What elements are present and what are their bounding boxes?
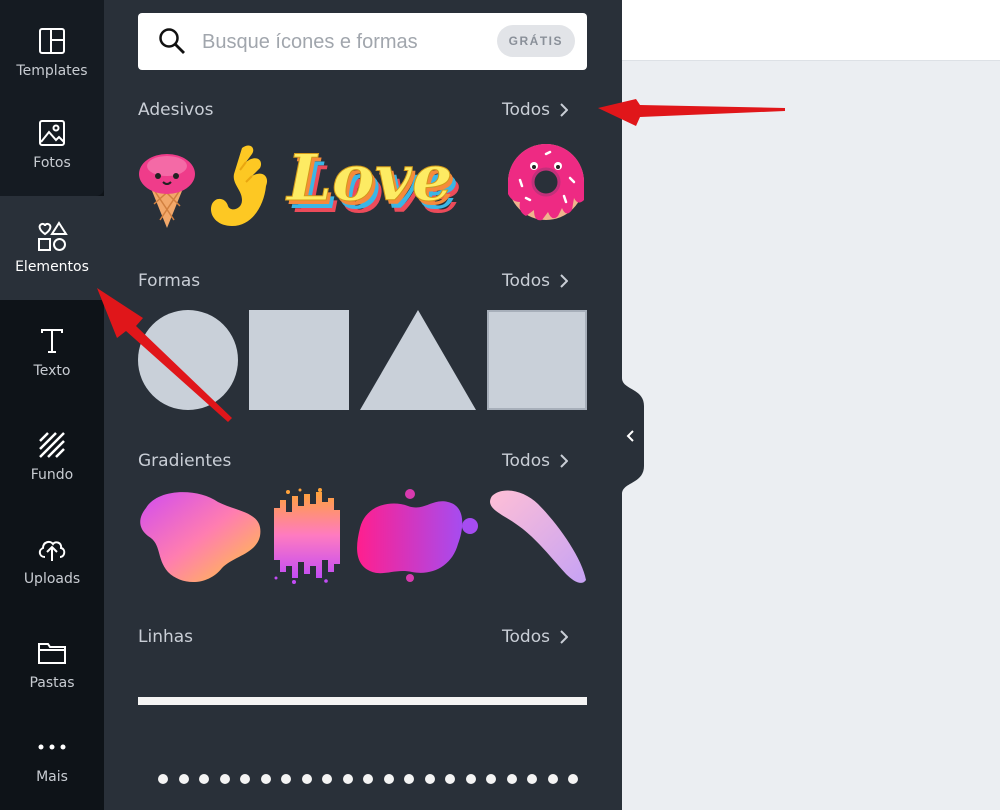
gradient-blob-1[interactable] (138, 488, 262, 586)
sidebar: Templates Fotos Elementos Texto Fundo Up… (0, 0, 104, 810)
sidebar-item-label: Elementos (15, 259, 89, 275)
sidebar-item-uploads[interactable]: Uploads (0, 508, 104, 612)
search-input[interactable] (200, 23, 504, 61)
elements-icon (36, 221, 68, 253)
sidebar-item-label: Fotos (33, 155, 71, 171)
canvas-area[interactable] (622, 61, 1000, 810)
all-link-label: Todos (502, 100, 550, 120)
free-badge: GRÁTIS (496, 25, 575, 57)
sidebar-item-mais[interactable]: Mais (0, 706, 104, 810)
more-icon (36, 731, 68, 763)
love-sticker[interactable]: Love Love Love Love (284, 138, 494, 229)
sidebar-item-label: Mais (36, 769, 68, 785)
section-title-linhas: Linhas (138, 627, 194, 647)
gradient-swoosh[interactable] (486, 488, 588, 586)
all-link-label: Todos (502, 451, 550, 471)
sidebar-item-templates[interactable]: Templates (0, 0, 104, 104)
sidebar-item-pastas[interactable]: Pastas (0, 612, 104, 716)
sidebar-item-elementos[interactable]: Elementos (0, 196, 104, 300)
chevron-right-icon (560, 103, 568, 117)
text-icon (36, 325, 68, 357)
all-link-label: Todos (502, 271, 550, 291)
sidebar-item-texto[interactable]: Texto (0, 300, 104, 404)
sidebar-item-fundo[interactable]: Fundo (0, 404, 104, 508)
square-shape[interactable] (249, 310, 349, 410)
sidebar-item-label: Uploads (23, 571, 81, 587)
search-box[interactable]: GRÁTIS (138, 13, 587, 70)
background-icon (36, 429, 68, 461)
section-title-formas: Formas (138, 271, 201, 291)
templates-icon (36, 25, 68, 57)
donut-sticker[interactable] (504, 140, 588, 224)
chevron-right-icon (560, 630, 568, 644)
dotted-line-sample[interactable] (158, 774, 578, 788)
ice-cream-sticker[interactable] (136, 150, 198, 230)
linhas-all-link[interactable]: Todos (502, 627, 568, 647)
adesivos-all-link[interactable]: Todos (502, 100, 568, 120)
sidebar-item-label: Fundo (30, 467, 74, 483)
all-link-label: Todos (502, 627, 550, 647)
formas-all-link[interactable]: Todos (502, 271, 568, 291)
circle-shape[interactable] (138, 310, 238, 410)
sidebar-item-label: Templates (16, 63, 88, 79)
collapse-panel-button[interactable] (616, 378, 646, 494)
search-icon (159, 28, 185, 54)
gradient-glitch[interactable] (270, 488, 344, 584)
solid-line-sample[interactable] (138, 697, 587, 705)
gradientes-all-link[interactable]: Todos (502, 451, 568, 471)
hand-sticker[interactable] (206, 140, 274, 230)
love-sticker-text: Love (285, 141, 453, 216)
chevron-right-icon (560, 454, 568, 468)
section-title-adesivos: Adesivos (138, 100, 214, 120)
chevron-right-icon (560, 274, 568, 288)
sidebar-item-fotos[interactable]: Fotos (0, 92, 104, 196)
photos-icon (36, 117, 68, 149)
section-title-gradientes: Gradientes (138, 451, 232, 471)
canvas-top-bar (622, 0, 1000, 61)
sidebar-item-label: Pastas (29, 675, 75, 691)
folder-icon (36, 637, 68, 669)
gradient-blob-2[interactable] (352, 488, 480, 584)
triangle-shape[interactable] (360, 310, 476, 410)
sidebar-item-label: Texto (33, 363, 71, 379)
bordered-square-shape[interactable] (487, 310, 587, 410)
upload-icon (36, 533, 68, 565)
